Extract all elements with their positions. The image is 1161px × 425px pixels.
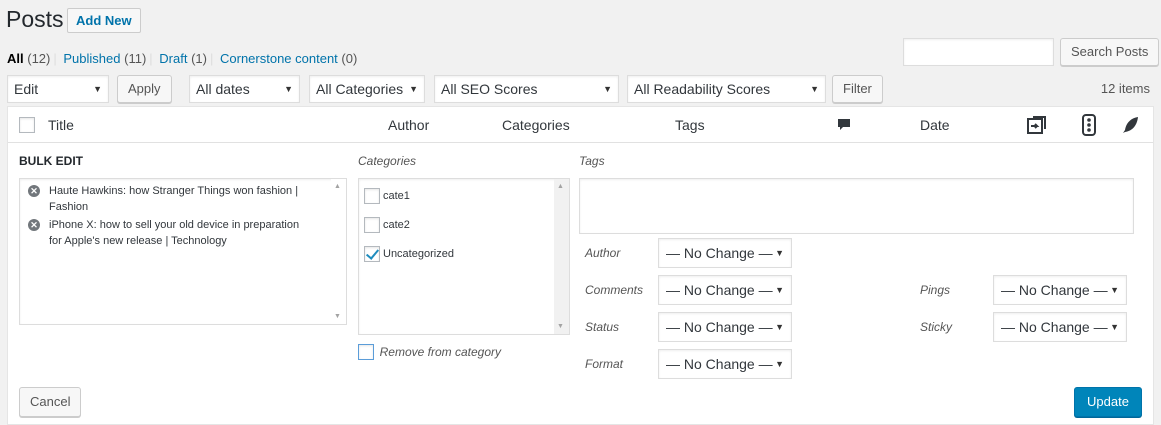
category-checkbox[interactable]: [364, 217, 380, 233]
format-label: Format: [585, 357, 624, 371]
traffic-light-icon[interactable]: [1082, 114, 1096, 139]
search-posts-button[interactable]: Search Posts: [1060, 38, 1160, 66]
scroll-down-icon[interactable]: ▼: [334, 313, 341, 320]
add-new-button[interactable]: Add New: [67, 8, 141, 33]
table-header: Title Author Categories Tags Date: [8, 107, 1153, 143]
filter-button[interactable]: Filter: [832, 75, 883, 103]
category-label: Uncategorized: [383, 247, 454, 260]
page-title: Posts: [6, 6, 64, 32]
bulk-action-value: Edit: [14, 81, 39, 97]
bulk-titles-list: ✕ Haute Hawkins: how Stranger Things won…: [19, 178, 347, 325]
category-item-uncategorized[interactable]: Uncategorized: [364, 246, 454, 262]
comments-label: Comments: [585, 283, 644, 297]
post-title: iPhone X: how to sell your old device in…: [49, 219, 300, 247]
category-filter-select[interactable]: All Categories ▼: [309, 75, 425, 103]
readability-filter-value: All Readability Scores: [634, 81, 771, 97]
posts-table: Title Author Categories Tags Date BULK E…: [7, 106, 1154, 425]
scroll-down-icon[interactable]: ▼: [557, 323, 564, 330]
tags-legend: Tags: [579, 154, 605, 168]
category-checkbox[interactable]: [364, 246, 380, 262]
author-select-value: — No Change —: [666, 245, 773, 261]
remove-from-category-label: Remove from category: [379, 344, 502, 359]
view-published-link[interactable]: Published: [63, 51, 120, 66]
comments-select[interactable]: — No Change — ▼: [658, 275, 792, 305]
select-arrow-icon: ▼: [1110, 322, 1119, 332]
pings-select[interactable]: — No Change — ▼: [993, 275, 1127, 305]
sticky-label: Sticky: [920, 320, 953, 334]
category-label: cate1: [383, 189, 410, 202]
remove-from-category[interactable]: Remove from category: [358, 343, 501, 360]
category-label: cate2: [383, 218, 410, 231]
scroll-up-icon[interactable]: ▲: [334, 183, 341, 190]
view-all-link[interactable]: All: [7, 51, 24, 66]
category-item-cate2[interactable]: cate2: [364, 217, 410, 233]
categories-legend: Categories: [358, 154, 417, 168]
scroll-up-icon[interactable]: ▲: [557, 183, 564, 190]
view-draft-count: (1): [191, 51, 207, 66]
seo-score-filter-select[interactable]: All SEO Scores ▼: [434, 75, 619, 103]
view-cornerstone-link[interactable]: Cornerstone content: [220, 51, 338, 66]
view-all-count: (12): [27, 51, 51, 66]
select-all-checkbox[interactable]: [19, 117, 35, 133]
list-item: ✕ Haute Hawkins: how Stranger Things won…: [28, 183, 308, 215]
sticky-select[interactable]: — No Change — ▼: [993, 312, 1127, 342]
view-cornerstone-count: (0): [341, 51, 358, 66]
category-filter-value: All Categories: [316, 81, 404, 97]
remove-post-icon[interactable]: ✕: [28, 219, 40, 231]
view-draft-link[interactable]: Draft: [159, 51, 187, 66]
bulk-action-select[interactable]: Edit ▼: [7, 75, 109, 103]
select-arrow-icon: ▼: [810, 84, 819, 94]
remove-post-icon[interactable]: ✕: [28, 185, 40, 197]
tags-textarea[interactable]: [579, 178, 1134, 234]
select-arrow-icon: ▼: [93, 84, 102, 94]
category-item-cate1[interactable]: cate1: [364, 188, 410, 204]
feather-icon[interactable]: [1122, 116, 1140, 137]
status-select-value: — No Change —: [666, 319, 773, 335]
select-arrow-icon: ▼: [775, 359, 784, 369]
select-arrow-icon: ▼: [409, 84, 418, 94]
bulk-edit-title: BULK EDIT: [19, 154, 83, 168]
select-arrow-icon: ▼: [775, 322, 784, 332]
pings-label: Pings: [920, 283, 951, 297]
select-arrow-icon: ▼: [775, 248, 784, 258]
date-filter-select[interactable]: All dates ▼: [189, 75, 300, 103]
seo-score-filter-value: All SEO Scores: [441, 81, 538, 97]
category-checkbox[interactable]: [364, 188, 380, 204]
apply-button[interactable]: Apply: [117, 75, 172, 103]
pings-select-value: — No Change —: [1001, 282, 1108, 298]
author-label: Author: [585, 246, 621, 260]
seo-links-icon[interactable]: [1025, 115, 1047, 138]
post-title: Haute Hawkins: how Stranger Things won f…: [49, 185, 299, 213]
search-input[interactable]: [903, 38, 1054, 66]
items-count: 12 items: [1100, 81, 1150, 96]
format-select-value: — No Change —: [666, 356, 773, 372]
column-title[interactable]: Title: [48, 117, 74, 133]
cancel-button[interactable]: Cancel: [19, 387, 82, 417]
view-published-count: (11): [124, 51, 147, 66]
column-tags: Tags: [675, 117, 705, 133]
update-button[interactable]: Update: [1074, 387, 1142, 417]
sticky-select-value: — No Change —: [1001, 319, 1108, 335]
status-label: Status: [585, 320, 620, 334]
select-arrow-icon: ▼: [284, 84, 293, 94]
status-select[interactable]: — No Change — ▼: [658, 312, 792, 342]
scrollbar[interactable]: ▲ ▼: [554, 179, 569, 334]
scrollbar[interactable]: ▲ ▼: [331, 179, 346, 324]
remove-from-category-checkbox[interactable]: [358, 343, 374, 360]
select-arrow-icon: ▼: [775, 285, 784, 295]
comment-bubble-icon[interactable]: [836, 117, 852, 136]
author-select[interactable]: — No Change — ▼: [658, 238, 792, 268]
post-status-views: All (12) | Published (11) | Draft (1) | Cor…: [7, 51, 358, 66]
date-filter-value: All dates: [196, 81, 250, 97]
comments-select-value: — No Change —: [666, 282, 773, 298]
categories-checklist: cate1 cate2 Uncategorized ▲ ▼: [358, 178, 570, 335]
column-author: Author: [388, 117, 430, 133]
select-arrow-icon: ▼: [1110, 285, 1119, 295]
column-categories: Categories: [502, 117, 570, 133]
column-date[interactable]: Date: [920, 117, 950, 133]
list-item: ✕ iPhone X: how to sell your old device …: [28, 217, 308, 249]
select-arrow-icon: ▼: [603, 84, 612, 94]
readability-filter-select[interactable]: All Readability Scores ▼: [627, 75, 826, 103]
format-select[interactable]: — No Change — ▼: [658, 349, 792, 379]
